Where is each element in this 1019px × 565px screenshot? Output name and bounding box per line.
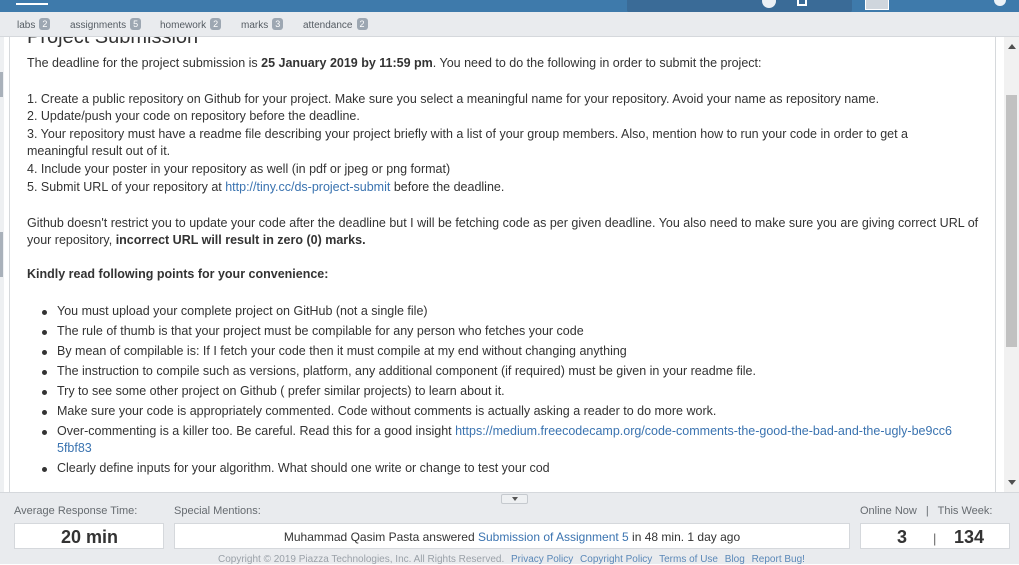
list-item-text: Over-commenting is a killer too. Be care… xyxy=(57,424,456,438)
deadline-intro: The deadline for the project submission … xyxy=(27,56,262,70)
online-stats-box: 3 | 134 xyxy=(860,523,1010,549)
stats-footer: Average Response Time: 20 min Special Me… xyxy=(0,492,1019,565)
special-mentions-box: Muhammad Qasim Pasta answered Submission… xyxy=(174,523,850,549)
points-heading: Kindly read following points for your co… xyxy=(27,266,328,283)
folder-label: attendance xyxy=(303,20,353,31)
copyright-policy-link[interactable]: Copyright Policy xyxy=(580,554,652,565)
step-5: 5. Submit URL of your repository at http… xyxy=(27,179,504,196)
privacy-policy-link[interactable]: Privacy Policy xyxy=(511,554,573,565)
folder-label: marks xyxy=(241,20,269,31)
folder-marks[interactable]: marks 3 xyxy=(241,18,284,31)
step-5-text: 5. Submit URL of your repository at xyxy=(27,180,226,194)
feed-collapse-strip[interactable] xyxy=(0,37,4,492)
stats-separator: | xyxy=(925,505,929,517)
blog-link[interactable]: Blog xyxy=(725,554,745,565)
copyright-bar: Copyright © 2019 Piazza Technologies, In… xyxy=(218,554,805,565)
avg-response-label: Average Response Time: xyxy=(14,505,138,517)
list-item: Over-commenting is a killer too. Be care… xyxy=(42,423,957,456)
document-icon[interactable] xyxy=(797,0,807,6)
menu-icon[interactable] xyxy=(16,3,48,5)
search-input[interactable] xyxy=(627,0,852,12)
online-stats-label: Online Now | This Week: xyxy=(860,505,992,517)
folder-count-badge: 2 xyxy=(39,18,51,30)
list-item: By mean of compilable is: If I fetch you… xyxy=(42,343,972,360)
gear-icon[interactable] xyxy=(994,0,1006,6)
list-item: The instruction to compile such as versi… xyxy=(42,363,972,380)
folder-count-badge: 3 xyxy=(272,18,284,30)
github-note-warning: incorrect URL will result in zero (0) ma… xyxy=(115,232,366,247)
folder-filter-bar: labs 2 assignments 5 homework 2 marks 3 atte… xyxy=(0,12,1019,37)
special-mention-text: Muhammad Qasim Pasta answered Submission… xyxy=(175,530,849,544)
deadline-intro-end: . You need to do the following in order … xyxy=(432,56,762,70)
deadline-paragraph: The deadline for the project submission … xyxy=(27,55,761,72)
step-3: 3. Your repository must have a readme fi… xyxy=(27,127,908,158)
top-navigation-bar xyxy=(0,0,1019,12)
avatar[interactable] xyxy=(865,0,889,10)
terms-of-use-link[interactable]: Terms of Use xyxy=(659,554,718,565)
folder-attendance[interactable]: attendance 2 xyxy=(303,18,368,31)
github-note: Github doesn't restrict you to update yo… xyxy=(27,215,982,248)
mention-author: Muhammad Qasim Pasta answered xyxy=(283,530,478,544)
this-week-value: 134 xyxy=(954,527,985,547)
step-2: 2. Update/push your code on repository b… xyxy=(27,109,360,123)
report-bug-link[interactable]: Report Bug! xyxy=(752,554,805,565)
chevron-down-icon xyxy=(512,497,518,501)
folder-count-badge: 2 xyxy=(356,18,368,30)
folder-homework[interactable]: homework 2 xyxy=(160,18,222,31)
strip-marker xyxy=(0,232,3,277)
scrollbar-thumb[interactable] xyxy=(1006,95,1017,347)
footer-toggle-button[interactable] xyxy=(501,494,528,504)
folder-labs[interactable]: labs 2 xyxy=(17,18,51,31)
online-now-value: 3 xyxy=(897,527,908,547)
step-1: 1. Create a public repository on Github … xyxy=(27,92,880,106)
post-title: Project Submission xyxy=(27,37,199,48)
step-4: 4. Include your poster in your repositor… xyxy=(27,162,451,176)
online-now-label: Online Now xyxy=(860,505,917,517)
mention-time: in 48 min. 1 day ago xyxy=(628,530,741,544)
content-scrollbar[interactable] xyxy=(1004,37,1019,492)
folder-count-badge: 2 xyxy=(210,18,222,30)
special-mentions-label: Special Mentions: xyxy=(174,505,261,517)
list-item: Try to see some other project on Github … xyxy=(42,383,972,400)
folder-label: labs xyxy=(17,20,36,31)
folder-assignments[interactable]: assignments 5 xyxy=(70,18,142,31)
post-content: Project Submission The deadline for the … xyxy=(9,37,996,492)
list-item: You must upload your complete project on… xyxy=(42,303,972,320)
scroll-up-arrow-icon[interactable] xyxy=(1008,44,1016,49)
submission-link[interactable]: http://tiny.cc/ds-project-submit xyxy=(225,180,390,194)
this-week-label: This Week: xyxy=(937,505,993,517)
avg-response-box: 20 min xyxy=(14,523,164,549)
avg-response-value: 20 min xyxy=(61,527,119,547)
deadline-date: 25 January 2019 by 11:59 pm xyxy=(261,56,433,70)
list-item: The rule of thumb is that your project m… xyxy=(42,323,972,340)
strip-marker xyxy=(0,72,3,97)
copyright-text: Copyright © 2019 Piazza Technologies, In… xyxy=(218,554,505,565)
mention-post-link[interactable]: Submission of Assignment 5 xyxy=(478,530,629,544)
list-item: Clearly define inputs for your algorithm… xyxy=(42,460,972,477)
scroll-down-arrow-icon[interactable] xyxy=(1008,480,1016,485)
list-item: Make sure your code is appropriately com… xyxy=(42,403,972,420)
folder-label: assignments xyxy=(70,20,127,31)
stats-separator: | xyxy=(933,531,937,546)
points-list: You must upload your complete project on… xyxy=(27,303,972,480)
folder-label: homework xyxy=(160,20,207,31)
folder-count-badge: 5 xyxy=(130,18,142,30)
step-5-text-end: before the deadline. xyxy=(390,180,505,194)
points-heading-text: Kindly read following points for your co… xyxy=(27,267,329,281)
